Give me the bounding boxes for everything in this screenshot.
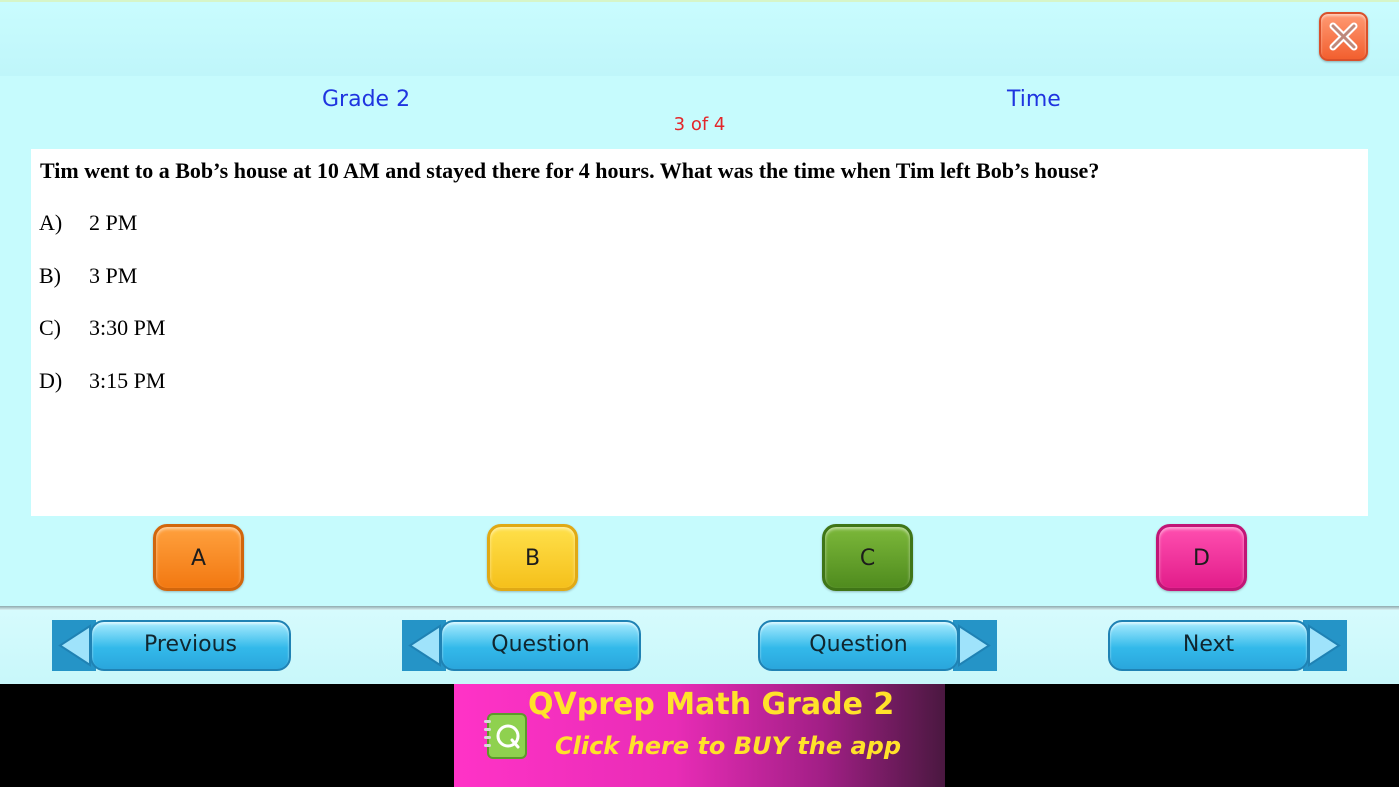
option-b: B) 3 PM xyxy=(39,263,137,289)
next-question-button[interactable]: Question xyxy=(758,620,997,671)
answer-c-button[interactable]: C xyxy=(822,524,913,591)
previous-question-label: Question xyxy=(440,620,641,671)
ad-title: QVprep Math Grade 2 xyxy=(528,687,895,722)
option-letter: A) xyxy=(39,210,63,235)
question-panel: Tim went to a Bob’s house at 10 AM and s… xyxy=(31,149,1368,516)
ad-subtitle: Click here to BUY the app xyxy=(555,732,902,760)
ad-area: QVprep Math Grade 2 Click here to BUY th… xyxy=(0,684,1399,787)
next-question-label: Question xyxy=(758,620,959,671)
question-progress: 3 of 4 xyxy=(673,114,726,135)
previous-question-button[interactable]: Question xyxy=(402,620,641,671)
buy-app-banner[interactable]: QVprep Math Grade 2 Click here to BUY th… xyxy=(454,684,945,787)
next-button[interactable]: Next xyxy=(1108,620,1347,671)
top-bar xyxy=(0,0,1399,76)
option-letter: C) xyxy=(39,315,61,340)
topic-label: Time xyxy=(1007,87,1061,112)
arrow-left-icon xyxy=(408,624,441,667)
navigation-bar: Previous Question Question Next xyxy=(0,610,1399,684)
answer-d-button[interactable]: D xyxy=(1156,524,1247,591)
question-text: Tim went to a Bob’s house at 10 AM and s… xyxy=(40,158,1100,183)
arrow-left-icon xyxy=(58,624,91,667)
option-d: D) 3:15 PM xyxy=(39,368,165,394)
answer-buttons: A B C D xyxy=(0,516,1399,608)
answer-a-button[interactable]: A xyxy=(153,524,244,591)
next-label: Next xyxy=(1108,620,1309,671)
option-text: 3:30 PM xyxy=(89,315,166,340)
option-letter: B) xyxy=(39,263,61,288)
answer-b-button[interactable]: B xyxy=(487,524,578,591)
option-letter: D) xyxy=(39,368,63,393)
option-text: 2 PM xyxy=(89,210,138,235)
close-icon xyxy=(1329,22,1358,51)
option-a: A) 2 PM xyxy=(39,210,137,236)
previous-button[interactable]: Previous xyxy=(52,620,291,671)
option-text: 3 PM xyxy=(89,263,138,288)
arrow-right-icon xyxy=(1308,624,1341,667)
option-text: 3:15 PM xyxy=(89,368,166,393)
quiz-header: Grade 2 Time 3 of 4 xyxy=(0,76,1399,148)
arrow-right-icon xyxy=(958,624,991,667)
notebook-q-icon xyxy=(484,713,527,759)
close-button[interactable] xyxy=(1319,12,1368,61)
option-c: C) 3:30 PM xyxy=(39,315,165,341)
grade-label: Grade 2 xyxy=(322,87,411,112)
previous-label: Previous xyxy=(90,620,291,671)
